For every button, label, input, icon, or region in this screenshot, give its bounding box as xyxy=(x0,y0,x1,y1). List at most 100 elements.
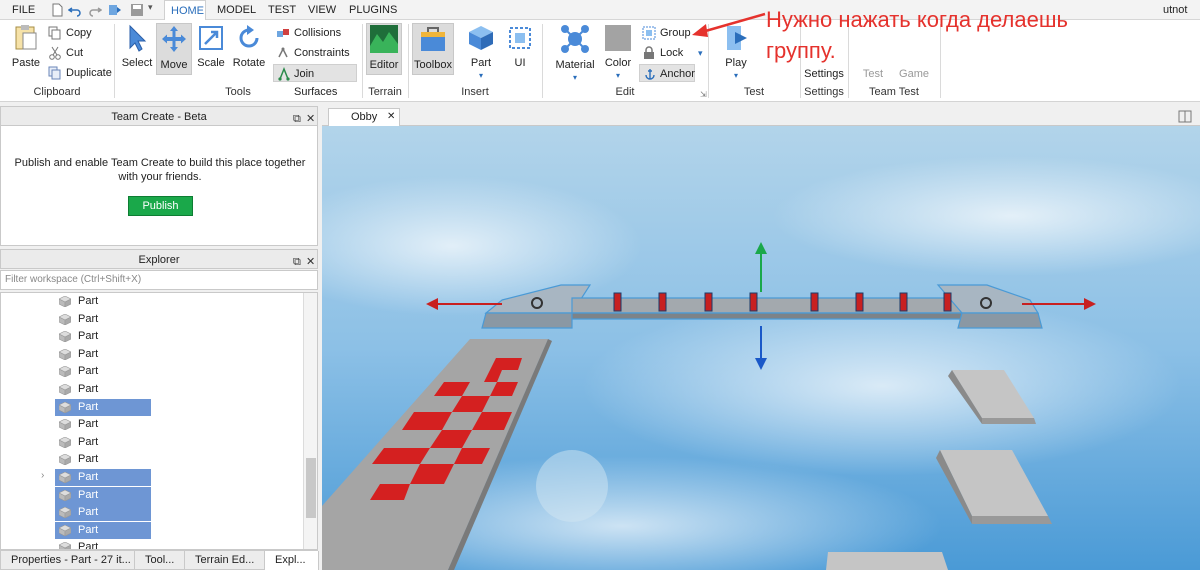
tab-plugins[interactable]: PLUGINS xyxy=(343,0,403,20)
cut-icon xyxy=(49,46,61,60)
constraints-toggle[interactable]: Constraints xyxy=(276,44,350,62)
copy-button[interactable]: Copy xyxy=(48,24,92,42)
cursor-icon xyxy=(129,24,147,52)
tree-item-part[interactable]: Part xyxy=(55,522,151,539)
move-tool-button[interactable]: Move xyxy=(156,23,192,75)
part-icon xyxy=(59,454,71,465)
moon xyxy=(536,450,608,522)
anchor-button[interactable]: Anchor xyxy=(639,64,695,82)
tab-properties[interactable]: Properties - Part - 27 it... xyxy=(1,551,135,570)
tab-home[interactable]: HOME xyxy=(164,0,206,21)
collisions-toggle[interactable]: Collisions xyxy=(276,24,341,42)
paste-button[interactable]: Paste xyxy=(8,24,44,74)
red-bar xyxy=(899,292,908,312)
tree-item-part[interactable]: Part xyxy=(55,399,151,416)
duplicate-button[interactable]: Duplicate xyxy=(48,64,112,82)
team-game-button[interactable]: Game xyxy=(896,68,932,80)
tree-item-label: Part xyxy=(78,365,99,377)
constraints-label: Constraints xyxy=(294,47,350,59)
terrain-editor-button[interactable]: Editor xyxy=(366,23,402,75)
stepping-platform[interactable] xyxy=(826,552,948,570)
tab-terrain-editor[interactable]: Terrain Ed... xyxy=(185,551,265,570)
edit-group-label: Edit xyxy=(615,86,635,98)
new-file-icon[interactable] xyxy=(50,3,64,17)
material-button[interactable]: Material ▾ xyxy=(554,24,596,86)
tree-item-label: Part xyxy=(78,436,99,448)
3d-viewport[interactable] xyxy=(322,126,1200,570)
save-icon[interactable] xyxy=(130,3,144,17)
dock-icon[interactable]: ⧉ xyxy=(293,252,301,272)
scale-tool-button[interactable]: Scale xyxy=(194,24,228,74)
select-tool-button[interactable]: Select xyxy=(120,24,154,74)
lock-label: Lock xyxy=(660,47,684,59)
part-icon xyxy=(59,349,71,360)
annotation-line-2: группу. xyxy=(766,38,836,63)
play-here-icon[interactable] xyxy=(108,3,122,17)
quick-access-dropdown-icon[interactable]: ▾ xyxy=(148,2,153,13)
play-dropdown-icon[interactable]: ▾ xyxy=(734,71,738,80)
duplicate-icon xyxy=(48,66,61,80)
insert-ui-button[interactable]: UI xyxy=(506,24,534,74)
scrollbar-thumb[interactable] xyxy=(306,458,316,518)
toolbox-button[interactable]: Toolbox xyxy=(412,23,454,75)
color-dropdown-icon[interactable]: ▾ xyxy=(616,71,620,80)
scrollbar[interactable] xyxy=(303,293,317,549)
tree-item-part[interactable]: Part xyxy=(55,504,151,521)
tree-item-part[interactable]: Part xyxy=(55,539,151,549)
tree-item-part[interactable]: Part xyxy=(55,416,151,433)
publish-button[interactable]: Publish xyxy=(128,196,193,216)
tree-item-part[interactable]: Part xyxy=(55,434,151,451)
tree-item-part[interactable]: Part xyxy=(55,487,151,504)
join-surfaces-toggle[interactable]: Join Surfaces xyxy=(273,64,357,98)
group-button[interactable]: Group xyxy=(642,24,691,42)
color-button[interactable]: Color ▾ xyxy=(602,24,634,86)
expand-chevron-icon[interactable]: › xyxy=(41,470,44,481)
tab-view[interactable]: VIEW xyxy=(302,0,342,20)
cut-button[interactable]: Cut xyxy=(48,44,83,62)
tree-item-part[interactable]: Part xyxy=(55,451,151,468)
terrain-group-label: Terrain xyxy=(368,86,402,98)
settings-button[interactable]: Settings xyxy=(804,68,844,80)
tree-item-label: Part xyxy=(78,348,99,360)
part-dropdown-icon[interactable]: ▾ xyxy=(479,71,483,80)
part-label: Part xyxy=(470,57,492,69)
user-name[interactable]: utnot xyxy=(1157,0,1193,20)
tree-item-part[interactable]: Part xyxy=(55,346,151,363)
close-icon[interactable]: ✕ xyxy=(387,109,395,125)
rotate-tool-button[interactable]: Rotate xyxy=(232,24,266,74)
tab-obby[interactable]: Obby ✕ xyxy=(328,108,400,126)
tree-item-part[interactable]: Part xyxy=(55,311,151,328)
tree-item-part[interactable]: Part xyxy=(55,469,151,486)
tree-item-part[interactable]: Part xyxy=(55,328,151,345)
tab-test[interactable]: TEST xyxy=(262,0,302,20)
menu-file[interactable]: FILE xyxy=(6,0,41,20)
undo-icon[interactable] xyxy=(68,3,82,17)
lock-dropdown-icon[interactable]: ▾ xyxy=(698,48,703,59)
tree-item-part[interactable]: Part xyxy=(55,381,151,398)
maximize-icon[interactable] xyxy=(1178,110,1192,123)
scale-icon xyxy=(199,26,223,50)
redo-icon[interactable] xyxy=(88,3,102,17)
tree-item-part[interactable]: Part xyxy=(55,363,151,380)
team-test-button[interactable]: Test xyxy=(858,68,888,80)
group-icon xyxy=(642,26,656,40)
part-icon xyxy=(59,437,71,448)
tab-toolbox[interactable]: Tool... xyxy=(135,551,185,570)
red-bar xyxy=(943,292,952,312)
tab-explorer[interactable]: Expl... xyxy=(265,551,319,570)
insert-part-button[interactable]: Part ▾ xyxy=(464,24,498,86)
explorer-filter-input[interactable]: Filter workspace (Ctrl+Shift+X) xyxy=(0,270,318,290)
tree-item-part[interactable]: Part xyxy=(55,293,151,310)
document-tab-bar: Obby ✕ xyxy=(322,106,1200,126)
obby-tab-label: Obby xyxy=(351,111,378,123)
tree-item-label: Part xyxy=(78,418,99,430)
material-dropdown-icon[interactable]: ▾ xyxy=(573,73,577,82)
close-icon[interactable]: ✕ xyxy=(306,252,315,272)
cut-label: Cut xyxy=(66,47,84,59)
team-create-header: Team Create - Beta ⧉ ✕ xyxy=(0,106,318,126)
explorer-title: Explorer xyxy=(138,254,180,266)
terrain-editor-label: Editor xyxy=(369,59,399,71)
red-bar xyxy=(613,292,622,312)
tab-model[interactable]: MODEL xyxy=(211,0,262,20)
lock-button[interactable]: Lock xyxy=(642,44,683,62)
